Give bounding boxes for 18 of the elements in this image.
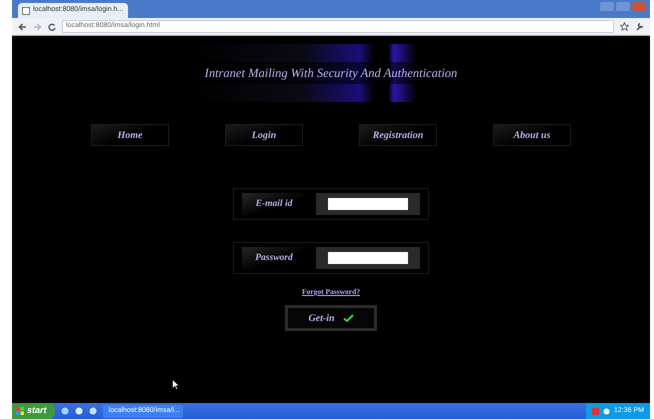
field-label: Password (242, 247, 306, 269)
windows-logo-icon (16, 407, 24, 415)
checkmark-icon (342, 314, 354, 322)
page-icon (22, 6, 30, 14)
mouse-cursor-icon (172, 379, 179, 390)
nav-link[interactable]: About us (493, 124, 571, 146)
reload-icon[interactable] (48, 22, 56, 30)
star-icon[interactable] (620, 22, 629, 31)
nav-link[interactable]: Login (225, 124, 303, 146)
input-field[interactable] (316, 193, 420, 215)
nav-link[interactable]: Home (91, 124, 169, 146)
field-label: E-mail id (242, 193, 306, 215)
start-button[interactable]: start (12, 403, 55, 419)
input-field[interactable] (316, 247, 420, 269)
nav-link[interactable]: Registration (359, 124, 437, 146)
back-icon[interactable] (18, 22, 27, 30)
wrench-icon[interactable] (635, 22, 644, 31)
submit-button[interactable]: Get-in (285, 305, 377, 332)
